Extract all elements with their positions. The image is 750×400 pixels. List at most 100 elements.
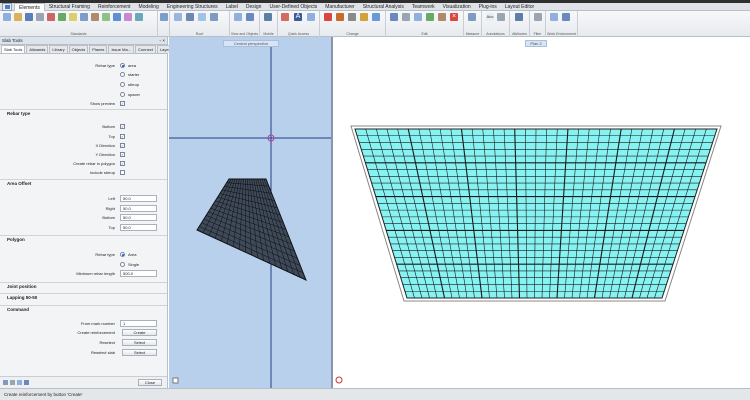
layer-icon[interactable] [69, 13, 77, 21]
section-joint-position[interactable]: Joint position [7, 284, 37, 289]
eraser-icon[interactable] [324, 13, 332, 21]
palette-tool-icon[interactable] [17, 380, 22, 385]
view-2d-icon[interactable] [174, 13, 182, 21]
brush-icon[interactable] [336, 13, 344, 21]
tab-allwands[interactable]: Allwands [26, 45, 49, 53]
menu-plug-ins[interactable]: Plug-ins [475, 3, 501, 11]
save-icon[interactable] [25, 13, 33, 21]
show-preview-checkbox[interactable]: ✓ [120, 101, 125, 106]
menu-layout-editor[interactable]: Layout Editor [501, 3, 538, 11]
pin-close-icon[interactable]: ◦ × [160, 38, 165, 43]
abc-label-icon[interactable]: Abc [486, 13, 494, 21]
create-button[interactable]: Create [122, 329, 157, 336]
section-lapping[interactable]: Lapping 50-50 [7, 295, 37, 300]
menu-label[interactable]: Label [222, 3, 242, 11]
stretch-icon[interactable] [438, 13, 446, 21]
annotation-icon[interactable] [497, 13, 505, 21]
radio-spacer[interactable] [120, 92, 125, 97]
hide-icon[interactable] [246, 13, 254, 21]
palette-title-bar: Slab Tools ◦ × [0, 37, 167, 45]
include-stirrup-checkbox[interactable] [120, 170, 125, 175]
reselect-button[interactable]: Select [122, 339, 157, 346]
top-checkbox[interactable]: ✓ [120, 134, 125, 139]
tab-objects[interactable]: Objects [68, 45, 89, 53]
radio-polygon-area[interactable] [120, 252, 125, 257]
project-icon[interactable] [135, 13, 143, 21]
move-icon[interactable] [390, 13, 398, 21]
offset-top-input[interactable]: 50.0 [120, 224, 157, 231]
reselect-slab-button[interactable]: Select [122, 349, 157, 356]
menu-structural-framing[interactable]: Structural Framing [45, 3, 94, 11]
mobile-icon[interactable] [264, 13, 272, 21]
offset-bottom-input[interactable]: 50.0 [120, 214, 157, 221]
environment-icon[interactable] [562, 13, 570, 21]
paste-icon[interactable] [91, 13, 99, 21]
rotate-icon[interactable] [402, 13, 410, 21]
menu-design[interactable]: Design [242, 3, 266, 11]
grid-icon[interactable] [550, 13, 558, 21]
min-rebar-length-input[interactable]: 500.0 [120, 270, 157, 277]
tab-connect[interactable]: Connect [135, 45, 156, 53]
menu-engineering-structures[interactable]: Engineering Structures [163, 3, 222, 11]
print-icon[interactable] [36, 13, 44, 21]
format-icon[interactable] [372, 13, 380, 21]
bottom-checkbox[interactable]: ✓ [120, 124, 125, 129]
scissors-icon[interactable] [348, 13, 356, 21]
open-folder-icon[interactable] [14, 13, 22, 21]
menu-visualization[interactable]: Visualization [439, 3, 475, 11]
tab-library[interactable]: Library [49, 45, 68, 53]
menu-modeling[interactable]: Modeling [134, 3, 162, 11]
palette-tool-icon[interactable] [10, 380, 15, 385]
wizard-icon[interactable] [113, 13, 121, 21]
ribbon-group-label: Annotations [486, 32, 505, 36]
viewport-3d[interactable]: Central perspective [169, 37, 331, 388]
plan-view[interactable]: Plan 2 [333, 37, 750, 388]
offset-left-input[interactable]: 50.0 [120, 195, 157, 202]
record-icon[interactable] [335, 376, 343, 384]
line-icon[interactable] [281, 13, 289, 21]
app-menu-button[interactable] [2, 2, 12, 11]
help-icon[interactable] [102, 13, 110, 21]
radio-stirrup[interactable] [120, 82, 125, 87]
menu-teamwork[interactable]: Teamwork [408, 3, 439, 11]
radio-starter[interactable] [120, 72, 125, 77]
undo-icon[interactable] [47, 13, 55, 21]
copy-icon[interactable] [80, 13, 88, 21]
roof-icon[interactable] [210, 13, 218, 21]
menu-elements[interactable]: Elements [14, 2, 45, 11]
viewport-corner-button[interactable] [172, 377, 179, 384]
view-3d-icon[interactable] [186, 13, 194, 21]
new-file-icon[interactable] [3, 13, 11, 21]
menu-structural-analysis[interactable]: Structural Analysis [359, 3, 408, 11]
offset-right-input[interactable]: 50.0 [120, 205, 157, 212]
create-in-polygon-checkbox[interactable]: ✓ [120, 161, 125, 166]
menu-manufacturer[interactable]: Manufacturer [321, 3, 358, 11]
settings-icon[interactable] [160, 13, 168, 21]
dimension-icon[interactable] [307, 13, 315, 21]
filter-icon[interactable] [534, 13, 542, 21]
delete-icon[interactable]: × [450, 13, 458, 21]
view-objects-icon[interactable] [234, 13, 242, 21]
tab-slab-tools[interactable]: Slab Tools [1, 45, 26, 53]
tab-issue-manager[interactable]: Issue Ma... [108, 45, 134, 53]
menu-reinforcement[interactable]: Reinforcement [94, 3, 135, 11]
y-direction-checkbox[interactable]: ✓ [120, 152, 125, 157]
measure-icon[interactable] [468, 13, 476, 21]
close-button[interactable]: Close [138, 379, 162, 386]
library-icon[interactable] [124, 13, 132, 21]
radio-area[interactable] [120, 63, 125, 68]
redo-icon[interactable] [58, 13, 66, 21]
palette-tool-icon[interactable] [3, 380, 8, 385]
text-icon[interactable]: A [294, 13, 302, 21]
pencil-icon[interactable] [360, 13, 368, 21]
mirror-icon[interactable] [414, 13, 422, 21]
x-direction-checkbox[interactable]: ✓ [120, 143, 125, 148]
from-mark-input[interactable]: 1 [120, 320, 157, 327]
radio-single[interactable] [120, 262, 125, 267]
window-icon[interactable] [198, 13, 206, 21]
attributes-icon[interactable] [515, 13, 523, 21]
tab-planes[interactable]: Planes [89, 45, 108, 53]
palette-tool-icon[interactable] [24, 380, 29, 385]
menu-user-defined-objects[interactable]: User-Defined Objects [265, 3, 321, 11]
copy-element-icon[interactable] [426, 13, 434, 21]
